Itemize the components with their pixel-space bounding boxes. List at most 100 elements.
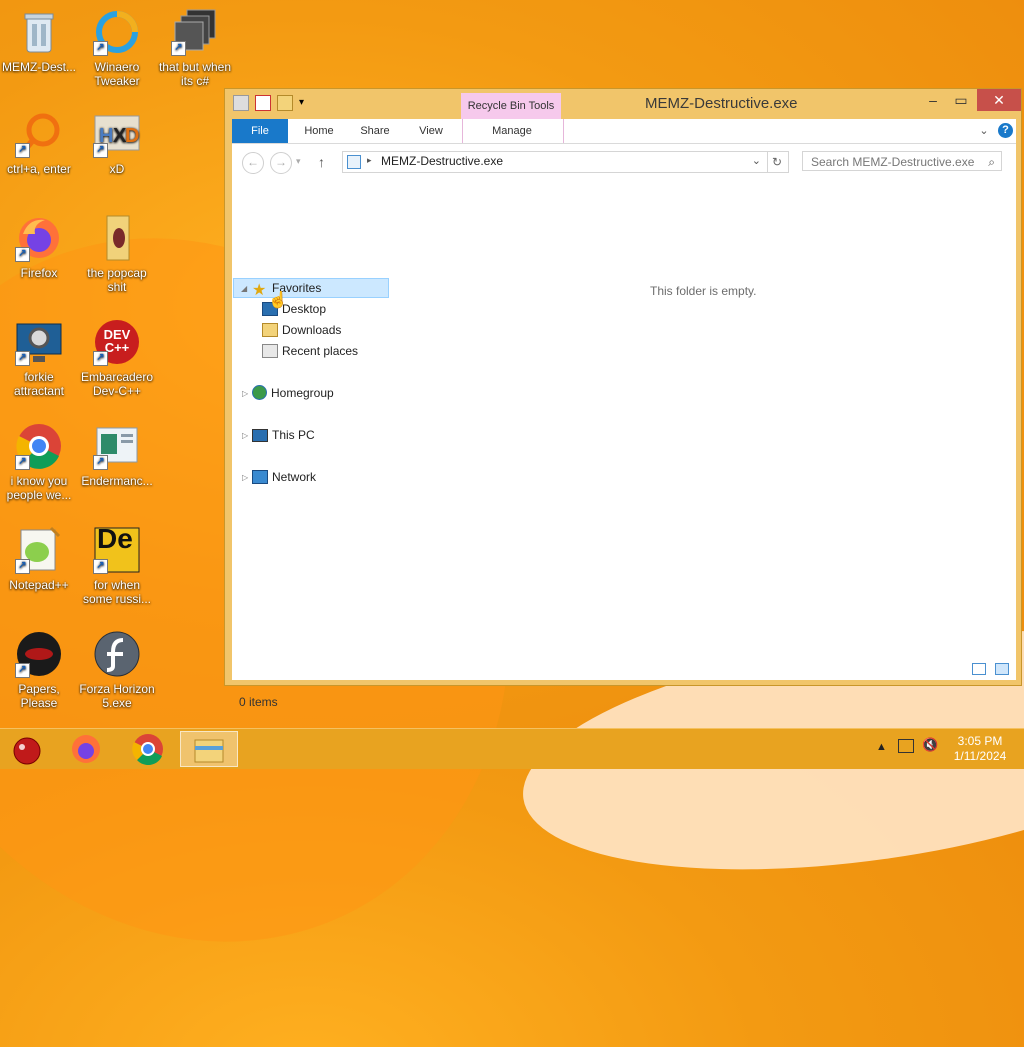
window-app-icon: ↗ <box>93 422 141 470</box>
up-button[interactable]: ↑ <box>318 154 325 170</box>
nav-this-pc[interactable]: This PC <box>252 425 315 445</box>
desktop-icon-label: for when some russi... <box>82 578 151 606</box>
tab-view[interactable]: View <box>406 119 456 143</box>
desktop-icon-russi[interactable]: De ↗ for when some russi... <box>78 523 156 607</box>
desktop-icon-devcpp[interactable]: DEV C++ ↗ Embarcadero Dev-C++ <box>78 318 156 398</box>
devcpp-icon: DEV C++ ↗ <box>93 318 141 366</box>
expand-arrow-icon[interactable]: ▷ <box>242 389 248 398</box>
nav-downloads[interactable]: Downloads <box>262 320 341 340</box>
new-folder-icon[interactable] <box>277 95 293 111</box>
recent-locations-icon[interactable]: ▾ <box>296 156 301 167</box>
help-icon[interactable]: ? <box>998 123 1013 138</box>
item-count: 0 items <box>239 695 278 709</box>
shortcut-arrow-icon: ↗ <box>15 455 30 470</box>
desktop-icon-forza[interactable]: Forza Horizon 5.exe <box>78 630 156 710</box>
expand-arrow-icon[interactable]: ▷ <box>242 473 248 482</box>
taskbar-start-orb[interactable] <box>0 731 56 767</box>
homegroup-icon <box>252 385 267 400</box>
address-path[interactable]: MEMZ-Destructive.exe <box>381 154 503 168</box>
desktop-icon-label: MEMZ-Dest... <box>2 60 76 74</box>
magnifier-icon: ↗ <box>15 110 63 158</box>
desktop-icon-firefox[interactable]: ↗ Firefox <box>0 214 78 280</box>
back-button[interactable]: ← <box>242 152 264 174</box>
refresh-button[interactable]: ↻ <box>766 151 789 173</box>
downloads-icon <box>262 323 278 337</box>
desktop-icon-enderman[interactable]: ↗ Endermanc... <box>78 422 156 488</box>
shortcut-arrow-icon: ↗ <box>93 143 108 158</box>
recycle-bin-tools-tab: Recycle Bin Tools <box>461 93 561 119</box>
desktop-icon-papers-please[interactable]: ↗ Papers, Please <box>0 630 78 710</box>
de-logo-text: De <box>97 523 133 554</box>
desktop-icon-label: forkie attractant <box>13 370 65 398</box>
desktop-icon-label: ctrl+a, enter <box>7 162 71 176</box>
expand-ribbon-icon[interactable]: ⌄ <box>976 119 992 143</box>
hand-cursor-icon: ☝ <box>268 292 288 309</box>
desktop-icon-chrome[interactable]: ↗ i know you people we... <box>0 422 78 502</box>
collapse-arrow-icon[interactable]: ◢ <box>241 284 247 293</box>
hxd-icon: HXD ↗ <box>93 110 141 158</box>
clock[interactable]: 3:05 PM 1/11/2024 <box>950 734 1010 764</box>
address-bar[interactable]: ▸ MEMZ-Destructive.exe ⌄ <box>342 151 768 173</box>
recent-places-icon <box>262 344 278 358</box>
window-icon[interactable] <box>233 95 249 111</box>
taskbar-chrome[interactable] <box>120 731 176 767</box>
desktop-icon-label: the popcap shit <box>87 266 147 294</box>
taskbar-file-explorer[interactable] <box>180 731 238 767</box>
close-button[interactable]: ✕ <box>977 89 1021 111</box>
properties-icon[interactable] <box>255 95 271 111</box>
taskbar-firefox[interactable] <box>58 731 114 767</box>
nav-network[interactable]: Network <box>252 467 316 487</box>
computer-icon <box>252 429 268 442</box>
shortcut-arrow-icon: ↗ <box>93 41 108 56</box>
desktop-icon-xd[interactable]: HXD ↗ xD <box>78 110 156 176</box>
de-logo-icon: De ↗ <box>93 523 141 574</box>
search-input[interactable]: Search MEMZ-Destructive.exe ⌕ <box>802 151 1002 171</box>
details-view-icon[interactable] <box>972 663 986 675</box>
nav-recent-places[interactable]: Recent places <box>262 341 358 361</box>
tab-home[interactable]: Home <box>294 119 344 143</box>
flash-icon <box>93 630 141 678</box>
minimize-button[interactable]: – <box>919 89 947 111</box>
desktop-icon-label: Endermanc... <box>81 474 153 488</box>
recycle-bin-small-icon <box>347 155 361 169</box>
shortcut-arrow-icon: ↗ <box>93 455 108 470</box>
desktop-icon-csharp[interactable]: ↗ that but when its c# <box>156 8 234 88</box>
explorer-content: ← → ▾ ↑ ▸ MEMZ-Destructive.exe ⌄ ↻ Searc… <box>232 144 1016 680</box>
folder-icon <box>93 214 141 262</box>
show-hidden-icons-button[interactable]: ▲ <box>876 741 887 753</box>
desktop-icon-winaero[interactable]: ↗ Winaero Tweaker <box>78 8 156 88</box>
address-dropdown-icon[interactable]: ⌄ <box>752 154 761 167</box>
ribbon-tabs: File Home Share View Manage ⌄ ? <box>232 119 1016 144</box>
chevron-down-icon[interactable]: ▾ <box>299 96 313 110</box>
title-bar[interactable]: ▾ Recycle Bin Tools MEMZ-Destructive.exe… <box>225 89 1021 119</box>
tab-file[interactable]: File <box>232 119 288 143</box>
desktop-icon-label: Forza Horizon 5.exe <box>79 682 155 710</box>
winaero-icon: ↗ <box>93 8 141 56</box>
tab-share[interactable]: Share <box>350 119 400 143</box>
explorer-window[interactable]: ▾ Recycle Bin Tools MEMZ-Destructive.exe… <box>224 88 1022 709</box>
maximize-button[interactable]: ▭ <box>947 89 975 111</box>
shortcut-arrow-icon: ↗ <box>15 143 30 158</box>
shortcut-arrow-icon: ↗ <box>93 559 108 574</box>
desktop-icon-label: that but when its c# <box>158 60 232 88</box>
desktop-icon-label: i know you people we... <box>6 474 72 502</box>
volume-muted-icon[interactable]: 🔇 <box>922 737 938 753</box>
desktop-icon-memz[interactable]: MEMZ-Dest... <box>0 8 78 74</box>
quick-access-toolbar: ▾ <box>233 95 313 111</box>
expand-arrow-icon[interactable]: ▷ <box>242 431 248 440</box>
search-icon[interactable]: ⌕ <box>988 152 995 172</box>
network-tray-icon[interactable] <box>898 739 914 753</box>
tab-manage[interactable]: Manage <box>472 119 552 143</box>
nav-homegroup[interactable]: Homegroup <box>252 383 334 403</box>
large-icons-view-icon[interactable] <box>995 663 1009 675</box>
desktop-icon-popcap[interactable]: the popcap shit <box>78 214 156 294</box>
forward-button[interactable]: → <box>270 152 292 174</box>
network-icon <box>252 470 268 484</box>
desktop-icon-notepadpp[interactable]: ↗ Notepad++ <box>0 526 78 592</box>
desktop-icon-label: Notepad++ <box>9 578 69 592</box>
desktop-icon-forkie[interactable]: ↗ forkie attractant <box>0 318 78 398</box>
desktop-icon-ctrl-a[interactable]: ↗ ctrl+a, enter <box>0 110 78 176</box>
address-bar-row: ← → ▾ ↑ ▸ MEMZ-Destructive.exe ⌄ ↻ Searc… <box>232 144 1016 178</box>
clock-time: 3:05 PM <box>957 734 1003 748</box>
shortcut-arrow-icon: ↗ <box>15 559 30 574</box>
